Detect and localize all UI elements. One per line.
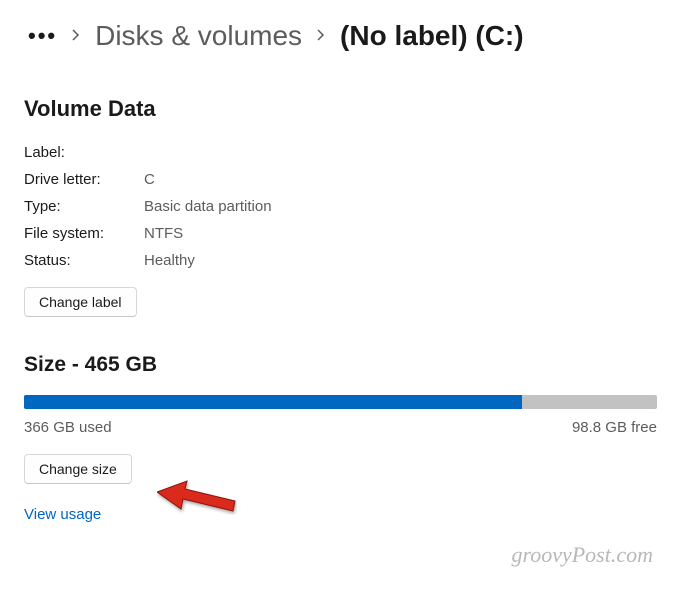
change-size-button[interactable]: Change size [24, 454, 132, 484]
drive-letter-value: C [144, 171, 657, 188]
size-section: Size - 465 GB 366 GB used 98.8 GB free C… [24, 353, 657, 524]
label-value [144, 144, 657, 161]
status-label: Status: [24, 252, 144, 269]
change-label-button[interactable]: Change label [24, 287, 137, 317]
volume-data-title: Volume Data [24, 96, 657, 122]
size-progress-bar [24, 395, 657, 409]
watermark: groovyPost.com [511, 542, 653, 568]
chevron-right-icon [316, 28, 326, 45]
status-value: Healthy [144, 252, 657, 269]
volume-data-table: Label: Drive letter: C Type: Basic data … [24, 144, 657, 269]
label-label: Label: [24, 144, 144, 161]
size-free: 98.8 GB free [572, 419, 657, 436]
size-title: Size - 465 GB [24, 353, 657, 377]
more-icon[interactable]: ••• [28, 25, 57, 47]
size-progress-fill [24, 395, 522, 409]
type-value: Basic data partition [144, 198, 657, 215]
breadcrumb: ••• Disks & volumes (No label) (C:) [28, 20, 657, 52]
drive-letter-label: Drive letter: [24, 171, 144, 188]
type-label: Type: [24, 198, 144, 215]
file-system-value: NTFS [144, 225, 657, 242]
breadcrumb-current: (No label) (C:) [340, 20, 524, 52]
size-labels: 366 GB used 98.8 GB free [24, 419, 657, 436]
file-system-label: File system: [24, 225, 144, 242]
breadcrumb-parent[interactable]: Disks & volumes [95, 20, 302, 52]
view-usage-link[interactable]: View usage [24, 506, 101, 523]
size-used: 366 GB used [24, 419, 112, 436]
chevron-right-icon [71, 28, 81, 45]
